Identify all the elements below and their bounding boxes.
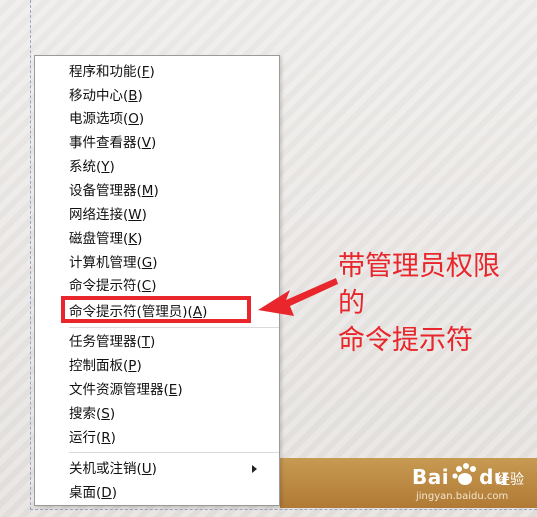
- annotation-line-2: 的: [338, 288, 365, 319]
- menu-separator: [69, 327, 279, 328]
- menu-item-device-manager[interactable]: 设备管理器(M): [69, 180, 159, 202]
- watermark-product: 经验: [496, 472, 524, 488]
- menu-item-file-explorer[interactable]: 文件资源管理器(E): [69, 379, 183, 401]
- winx-context-menu: 程序和功能(F) 移动中心(B) 电源选项(O) 事件查看器(V) 系统(Y) …: [34, 55, 280, 506]
- menu-item-mobility-center[interactable]: 移动中心(B): [69, 85, 143, 107]
- baidu-paw-icon: [452, 463, 476, 485]
- annotation-line-1: 带管理员权限: [338, 251, 500, 282]
- menu-item-system[interactable]: 系统(Y): [69, 156, 115, 178]
- callout-arrow-icon: [258, 278, 338, 316]
- menu-item-run[interactable]: 运行(R): [69, 427, 116, 449]
- baidu-jingyan-watermark: Bai du 经验 jingyan.baidu.com: [412, 461, 537, 511]
- menu-item-shutdown-signout[interactable]: 关机或注销(U): [69, 458, 269, 480]
- highlight-box: [61, 296, 251, 323]
- menu-item-computer-management[interactable]: 计算机管理(G): [69, 252, 158, 274]
- annotation-text: 带管理员权限 的 命令提示符: [338, 248, 537, 359]
- submenu-arrow-icon: [252, 465, 257, 473]
- menu-item-search[interactable]: 搜索(S): [69, 403, 115, 425]
- annotation-line-3: 命令提示符: [338, 325, 473, 356]
- selection-border-left: [30, 0, 31, 510]
- menu-item-network-connections[interactable]: 网络连接(W): [69, 204, 147, 226]
- menu-item-disk-management[interactable]: 磁盘管理(K): [69, 228, 142, 250]
- menu-item-control-panel[interactable]: 控制面板(P): [69, 355, 142, 377]
- watermark-url: jingyan.baidu.com: [416, 491, 509, 502]
- menu-item-task-manager[interactable]: 任务管理器(T): [69, 331, 155, 353]
- menu-separator: [69, 452, 279, 453]
- menu-item-event-viewer[interactable]: 事件查看器(V): [69, 132, 156, 154]
- menu-item-command-prompt[interactable]: 命令提示符(C): [69, 275, 157, 297]
- menu-item-power-options[interactable]: 电源选项(O): [69, 108, 144, 130]
- menu-item-desktop[interactable]: 桌面(D): [69, 482, 117, 504]
- menu-item-programs-features[interactable]: 程序和功能(F): [69, 61, 155, 83]
